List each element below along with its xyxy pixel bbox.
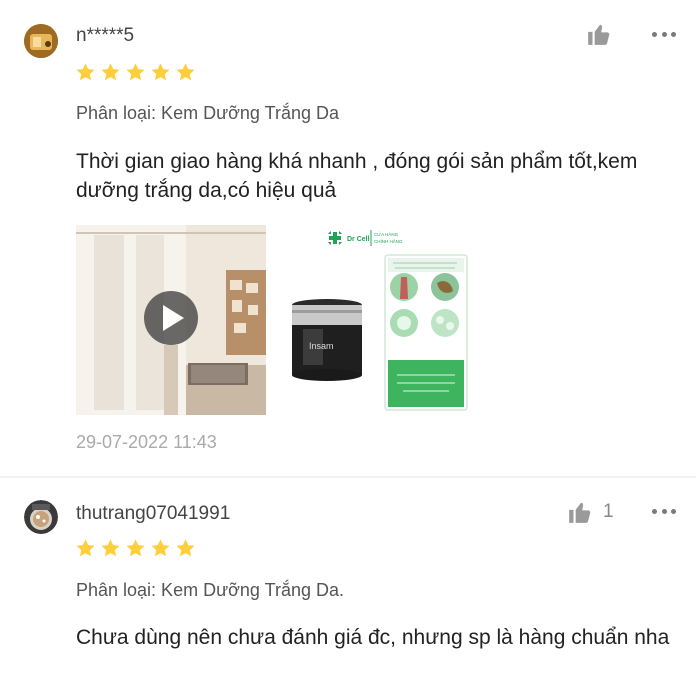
more-dot: [661, 508, 667, 514]
star-icon: [176, 63, 195, 81]
avatar[interactable]: [24, 24, 58, 58]
product-variant: Phân loại: Kem Dưỡng Trắng Da.: [76, 580, 344, 600]
star-icon: [151, 539, 170, 557]
review-item: n*****5 Phân loại: Kem Dưỡng Trắng Da Th…: [0, 0, 696, 477]
more-dot: [661, 31, 667, 37]
star-icon: [76, 63, 95, 81]
username[interactable]: n*****5: [76, 25, 134, 47]
username[interactable]: thutrang07041991: [76, 503, 230, 525]
rating-stars: [75, 62, 196, 83]
more-dot: [671, 31, 676, 37]
review-photo[interactable]: Dr Cell CỬA HÀNG CHÍNH HÃNG Insam: [285, 225, 475, 415]
product-variant: Phân loại: Kem Dưỡng Trắng Da: [76, 103, 339, 123]
star-icon: [101, 539, 120, 557]
star-icon: [126, 539, 145, 557]
star-icon: [151, 63, 170, 81]
rating-stars: [75, 538, 196, 559]
brand-logo-text: Dr Cell: [347, 236, 370, 243]
like-button[interactable]: 1: [567, 499, 614, 525]
more-horizontal-icon: [652, 31, 657, 37]
like-button[interactable]: [586, 21, 622, 47]
more-dot: [671, 508, 676, 514]
store-label-2: CHÍNH HÃNG: [374, 238, 403, 244]
thumbs-up-icon: [569, 502, 591, 523]
star-icon: [101, 63, 120, 81]
review-timestamp: 29-07-2022 11:43: [76, 432, 217, 452]
like-count: 1: [603, 501, 614, 522]
store-label-1: CỬA HÀNG: [374, 231, 399, 237]
avatar[interactable]: [24, 500, 58, 534]
review-comment: Chưa dùng nên chưa đánh giá đc, nhưng sp…: [76, 626, 670, 649]
star-icon: [176, 539, 195, 557]
star-icon: [126, 63, 145, 81]
review-comment: Thời gian giao hàng khá nhanh , đóng gói…: [76, 150, 638, 202]
more-options-button[interactable]: [652, 506, 676, 516]
thumbs-up-icon: [588, 24, 610, 45]
more-horizontal-icon: [652, 508, 657, 514]
review-video-thumbnail[interactable]: [76, 225, 266, 415]
star-icon: [76, 539, 95, 557]
more-options-button[interactable]: [652, 29, 676, 39]
review-item: thutrang07041991 1 Phân loại: Kem Dưỡng …: [0, 478, 696, 688]
jar-label: Insam: [309, 341, 334, 351]
